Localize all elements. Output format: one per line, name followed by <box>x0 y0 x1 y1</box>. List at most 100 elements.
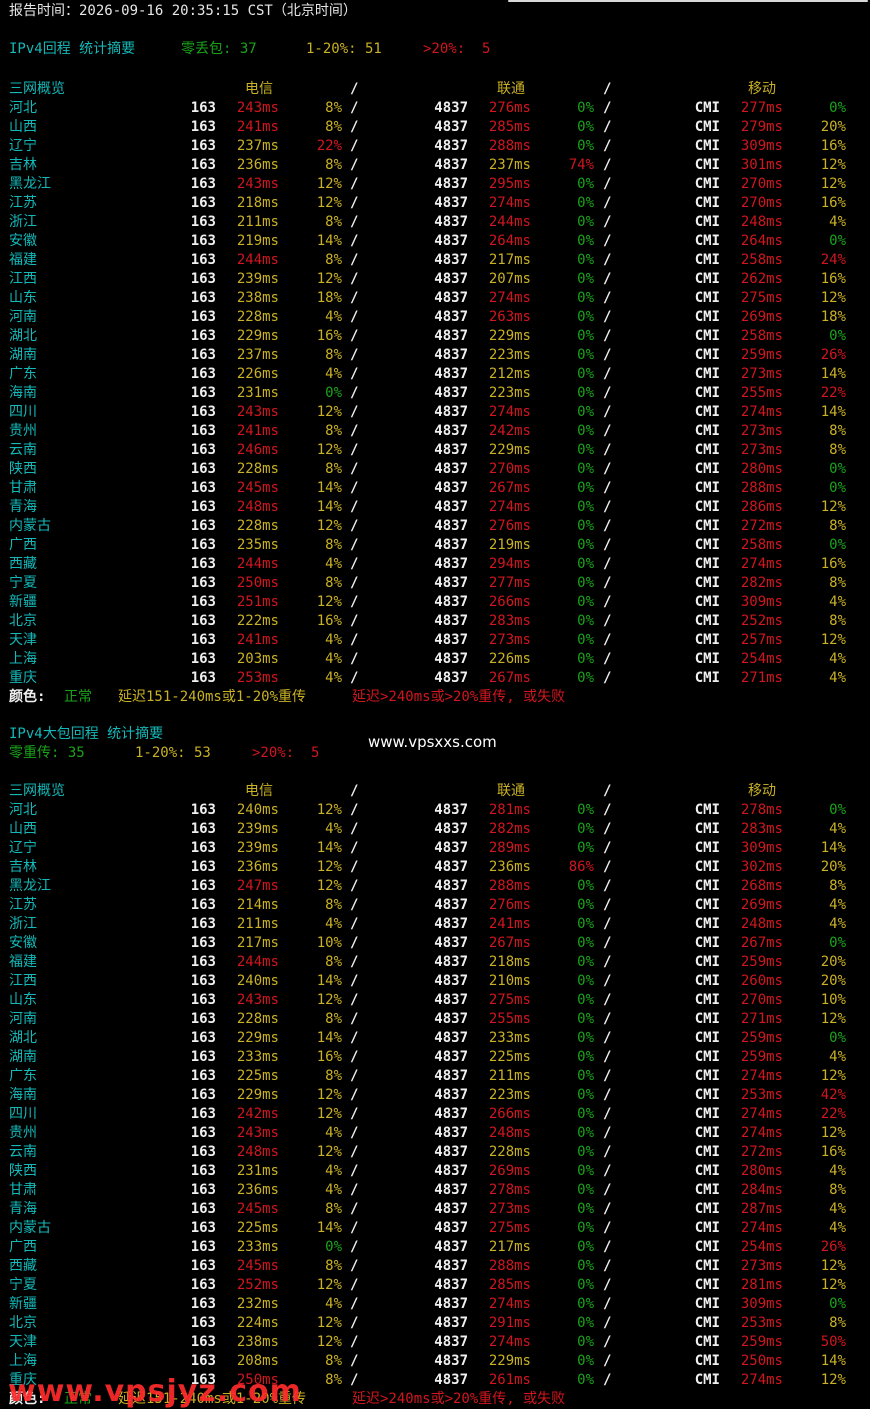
unicom-asn: 4837 <box>434 1182 468 1198</box>
telecom-loss: 12% <box>316 1277 342 1293</box>
telecom-asn: 163 <box>190 499 216 515</box>
row-sep: / <box>603 1182 612 1198</box>
telecom-latency: 243ms <box>236 100 279 116</box>
telecom-latency: 236ms <box>236 157 279 173</box>
mobile-asn: CMI <box>694 499 720 515</box>
mobile-asn: CMI <box>694 442 720 458</box>
mobile-loss: 50% <box>820 1334 846 1350</box>
telecom-asn: 163 <box>190 176 216 192</box>
telecom-loss: 22% <box>316 138 342 154</box>
unicom-loss: 0% <box>577 100 594 116</box>
mobile-latency: 281ms <box>740 1277 783 1293</box>
mobile-loss: 12% <box>820 157 846 173</box>
telecom-asn: 163 <box>190 1144 216 1160</box>
telecom-loss: 4% <box>325 556 342 572</box>
unicom-latency: 274ms <box>488 499 531 515</box>
unicom-latency: 274ms <box>488 404 531 420</box>
province-name: 贵州 <box>9 423 37 439</box>
report-time: 报告时间：2026-09-16 20:35:15 CST（北京时间） <box>9 3 357 19</box>
unicom-asn: 4837 <box>434 878 468 894</box>
unicom-latency: 282ms <box>488 821 531 837</box>
telecom-asn: 163 <box>190 423 216 439</box>
table-row: 陕西 163 228ms 8% / 4837 270ms 0% / CMI 280ms 0% <box>0 460 870 479</box>
row-sep: / <box>350 100 359 116</box>
telecom-loss: 4% <box>325 1296 342 1312</box>
table-row: 四川 163 243ms 12% / 4837 274ms 0% / CMI 274ms 14% <box>0 403 870 422</box>
province-name: 黑龙江 <box>9 878 51 894</box>
unicom-loss: 0% <box>577 992 594 1008</box>
mobile-loss: 12% <box>820 1125 846 1141</box>
mobile-asn: CMI <box>694 423 720 439</box>
mobile-asn: CMI <box>694 1087 720 1103</box>
mobile-asn: CMI <box>694 1030 720 1046</box>
telecom-asn: 163 <box>190 480 216 496</box>
mobile-asn: CMI <box>694 651 720 667</box>
row-sep: / <box>603 1144 612 1160</box>
telecom-loss: 14% <box>316 840 342 856</box>
row-sep: / <box>350 347 359 363</box>
mobile-loss: 0% <box>829 802 846 818</box>
row-sep: / <box>603 1068 612 1084</box>
unicom-asn: 4837 <box>434 1277 468 1293</box>
mobile-latency: 259ms <box>740 347 783 363</box>
mobile-loss: 14% <box>820 840 846 856</box>
row-sep: / <box>603 821 612 837</box>
telecom-asn: 163 <box>190 404 216 420</box>
mobile-latency: 271ms <box>740 670 783 686</box>
row-sep: / <box>603 1030 612 1046</box>
province-name: 青海 <box>9 499 37 515</box>
mobile-latency: 277ms <box>740 100 783 116</box>
telecom-latency: 233ms <box>236 1049 279 1065</box>
unicom-latency: 225ms <box>488 1049 531 1065</box>
province-name: 福建 <box>9 252 37 268</box>
mobile-latency: 253ms <box>740 1315 783 1331</box>
province-name: 陕西 <box>9 461 37 477</box>
row-sep: / <box>603 1011 612 1027</box>
telecom-latency: 214ms <box>236 897 279 913</box>
row-sep: / <box>350 1182 359 1198</box>
province-name: 陕西 <box>9 1163 37 1179</box>
mobile-latency: 278ms <box>740 802 783 818</box>
mobile-asn: CMI <box>694 1315 720 1331</box>
province-name: 安徽 <box>9 233 37 249</box>
mobile-asn: CMI <box>694 537 720 553</box>
unicom-loss: 0% <box>577 1068 594 1084</box>
unicom-asn: 4837 <box>434 670 468 686</box>
mobile-loss: 0% <box>829 537 846 553</box>
province-name: 上海 <box>9 651 37 667</box>
unicom-asn: 4837 <box>434 973 468 989</box>
table-row: 浙江 163 211ms 4% / 4837 241ms 0% / CMI 248ms 4% <box>0 915 870 934</box>
telecom-loss: 12% <box>316 442 342 458</box>
telecom-asn: 163 <box>190 1239 216 1255</box>
color-legend: 颜色: 正常 延迟151-240ms或1-20%重传 延迟>240ms或>20%重传,… <box>0 688 870 707</box>
table-row: 上海 163 208ms 8% / 4837 229ms 0% / CMI 250ms 14% <box>0 1352 870 1371</box>
row-sep: / <box>350 651 359 667</box>
telecom-asn: 163 <box>190 1163 216 1179</box>
telecom-asn: 163 <box>190 1182 216 1198</box>
row-sep: / <box>603 878 612 894</box>
unicom-asn: 4837 <box>434 1125 468 1141</box>
unicom-latency: 269ms <box>488 1163 531 1179</box>
unicom-loss: 0% <box>577 1334 594 1350</box>
row-sep: / <box>603 954 612 970</box>
table-row: 河南 163 228ms 8% / 4837 255ms 0% / CMI 271ms 12% <box>0 1010 870 1029</box>
telecom-asn: 163 <box>190 802 216 818</box>
mobile-latency: 270ms <box>740 195 783 211</box>
row-sep: / <box>603 1258 612 1274</box>
telecom-asn: 163 <box>190 954 216 970</box>
mobile-latency: 257ms <box>740 632 783 648</box>
province-name: 山东 <box>9 992 37 1008</box>
mobile-latency: 273ms <box>740 442 783 458</box>
mobile-loss: 0% <box>829 233 846 249</box>
mobile-asn: CMI <box>694 632 720 648</box>
mobile-loss: 20% <box>820 973 846 989</box>
telecom-loss: 14% <box>316 499 342 515</box>
table-row: 贵州 163 243ms 4% / 4837 248ms 0% / CMI 274ms 12% <box>0 1124 870 1143</box>
row-sep: / <box>603 1049 612 1065</box>
mobile-latency: 274ms <box>740 556 783 572</box>
mobile-latency: 284ms <box>740 1182 783 1198</box>
unicom-latency: 274ms <box>488 290 531 306</box>
mobile-asn: CMI <box>694 1182 720 1198</box>
telecom-latency: 246ms <box>236 442 279 458</box>
mobile-loss: 12% <box>820 1258 846 1274</box>
